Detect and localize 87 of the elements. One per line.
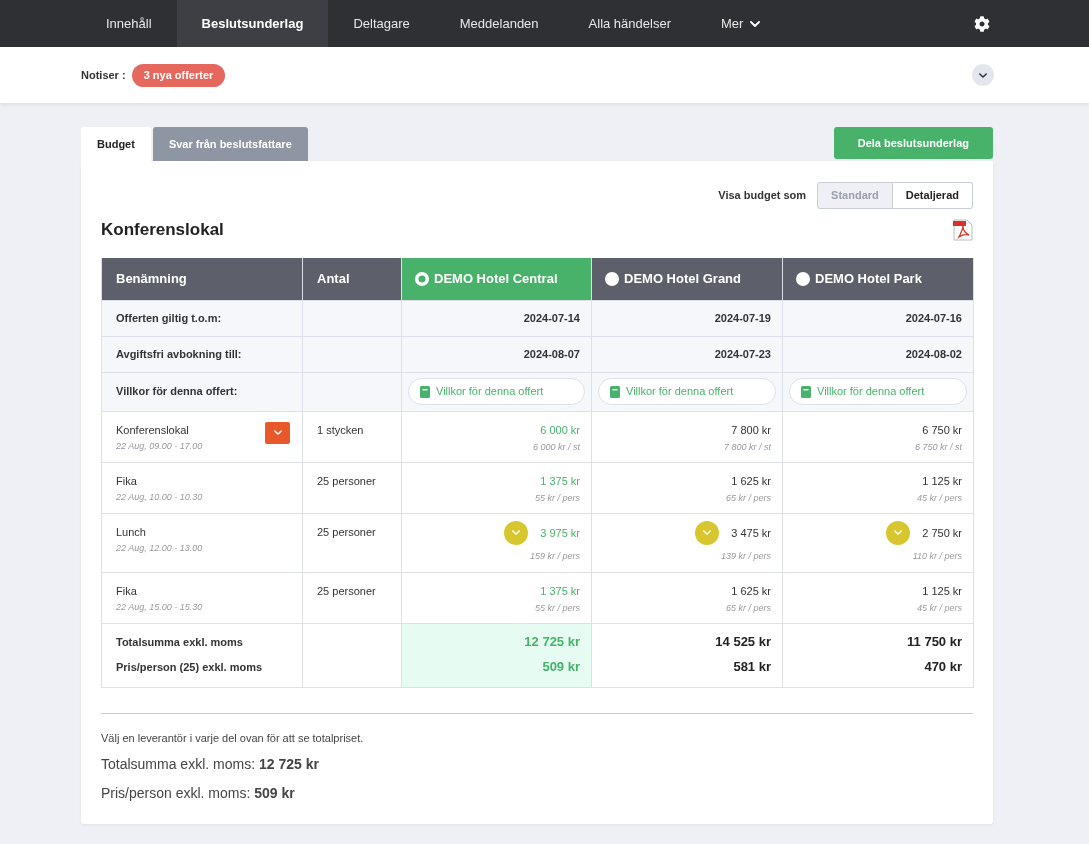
chevron-icon <box>273 430 282 435</box>
row-label: Villkor för denna offert: <box>101 372 303 411</box>
total-label: Totalsumma exkl. moms <box>101 623 303 658</box>
total-value: 509 kr <box>401 657 592 687</box>
settings-button[interactable] <box>973 14 991 33</box>
book-icon <box>610 385 620 398</box>
supplier-name: DEMO Hotel Central <box>434 270 558 288</box>
chevron-icon <box>703 530 712 535</box>
price: 1 125 kr <box>922 583 962 598</box>
unit-price: 55 kr / pers <box>534 601 580 614</box>
quantity: 1 stycken <box>317 422 365 437</box>
table-cell: 2024-07-23 <box>591 336 783 372</box>
view-toggle-option[interactable]: Detaljerad <box>892 182 973 209</box>
item-name: Lunch <box>116 524 147 539</box>
total-value: 470 kr <box>782 657 974 687</box>
price: 7 800 kr <box>731 422 771 437</box>
table-cell: 2024-07-19 <box>591 300 783 336</box>
price: 1 625 kr <box>731 473 771 488</box>
chevron-icon <box>750 20 761 27</box>
unit-price: 7 800 kr / st <box>723 440 771 453</box>
section-title: Konferenslokal <box>101 219 224 241</box>
table-cell: 2024-07-16 <box>782 300 974 336</box>
nav-tab[interactable]: Alla händelser <box>563 0 696 47</box>
summary-line: Pris/person exkl. moms: 509 kr <box>101 783 296 803</box>
item-time: 22 Aug, 10.00 - 10.30 <box>116 490 203 503</box>
unit-price: 159 kr / pers <box>529 549 580 562</box>
supplier-name: DEMO Hotel Grand <box>624 270 741 288</box>
item-name: Fika <box>116 473 138 488</box>
nav-tab[interactable]: Deltagare <box>328 0 435 47</box>
unit-price: 139 kr / pers <box>720 549 771 562</box>
nav-tab[interactable]: Innehåll <box>81 0 177 47</box>
price: 1 125 kr <box>922 473 962 488</box>
hint-text: Välj en leverantör i varje del ovan för att se totalpriset. <box>101 730 365 745</box>
item-time: 22 Aug, 15.00 - 15.30 <box>116 600 203 613</box>
radio-button[interactable] <box>415 271 429 286</box>
unit-price: 55 kr / pers <box>534 491 580 504</box>
item-name: Fika <box>116 583 138 598</box>
radio-button[interactable] <box>796 271 810 286</box>
nav-tab[interactable]: Beslutsunderlag <box>176 0 329 47</box>
book-icon <box>420 385 430 398</box>
price: 1 625 kr <box>731 583 771 598</box>
view-toggle-label: Visa budget som <box>718 188 807 204</box>
pdf-icon[interactable] <box>953 219 973 241</box>
quantity: 25 personer <box>317 583 377 598</box>
collapse-button[interactable] <box>972 64 994 86</box>
total-value: 12 725 kr <box>401 623 592 658</box>
unit-price: 65 kr / pers <box>725 491 771 504</box>
table-cell: 2024-08-02 <box>782 336 974 372</box>
quantity: 25 personer <box>317 473 377 488</box>
price: 3 475 kr <box>731 525 771 540</box>
expand-button[interactable] <box>265 421 290 444</box>
row-label: Offerten giltig t.o.m: <box>101 300 303 336</box>
price: 6 000 kr <box>540 422 580 437</box>
chevron-icon <box>979 72 987 78</box>
total-label: Pris/person (25) exkl. moms <box>101 657 303 687</box>
table-cell: 2024-07-14 <box>401 300 592 336</box>
item-time: 22 Aug, 09.00 - 17.00 <box>116 439 203 452</box>
chevron-icon <box>894 530 903 535</box>
radio-button[interactable] <box>605 271 619 286</box>
item-name: Konferenslokal <box>116 422 190 437</box>
quantity: 25 personer <box>317 524 377 539</box>
unit-price: 45 kr / pers <box>916 601 962 614</box>
unit-price: 45 kr / pers <box>916 491 962 504</box>
summary-line: Totalsumma exkl. moms: 12 725 kr <box>101 754 320 774</box>
price: 6 750 kr <box>922 422 962 437</box>
column-header: Antal <box>302 258 402 300</box>
notices-label: Notiser : <box>81 67 126 83</box>
supplier-name: DEMO Hotel Park <box>815 270 922 288</box>
total-value: 581 kr <box>591 657 783 687</box>
settings-icon <box>974 15 990 32</box>
column-header: Benämning <box>101 258 303 300</box>
price: 3 975 kr <box>540 525 580 540</box>
price: 1 375 kr <box>540 473 580 488</box>
item-time: 22 Aug, 12.00 - 13.00 <box>116 541 203 554</box>
price: 2 750 kr <box>922 525 962 540</box>
unit-price: 110 kr / pers <box>912 549 962 562</box>
row-label: Avgiftsfri avbokning till: <box>101 336 303 372</box>
table-cell: 2024-08-07 <box>401 336 592 372</box>
unit-price: 65 kr / pers <box>725 601 771 614</box>
price: 1 375 kr <box>540 583 580 598</box>
chevron-icon <box>512 530 521 535</box>
tab[interactable]: Budget <box>81 127 151 161</box>
nav-tab[interactable]: Mer <box>695 0 786 47</box>
unit-price: 6 000 kr / st <box>532 440 580 453</box>
unit-price: 6 750 kr / st <box>914 440 962 453</box>
nav-tab[interactable]: Meddelanden <box>434 0 564 47</box>
book-icon <box>801 385 811 398</box>
